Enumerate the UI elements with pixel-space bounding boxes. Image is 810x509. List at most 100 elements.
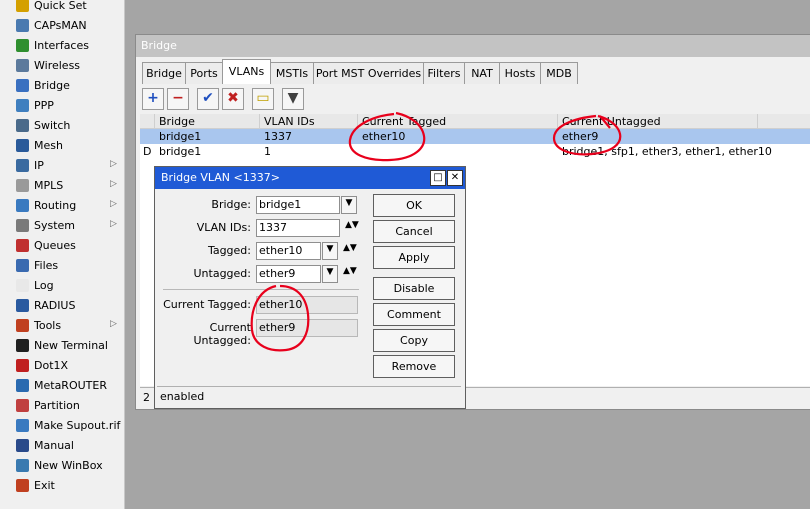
remove-button[interactable]: − — [167, 88, 189, 110]
bridge-window-title: Bridge — [141, 39, 177, 52]
tab-hosts[interactable]: Hosts — [499, 62, 541, 84]
sidebar-item-label: MetaROUTER — [34, 379, 107, 392]
sidebar-item-label: PPP — [34, 99, 54, 112]
wand-icon — [16, 0, 29, 12]
apply-button[interactable]: Apply — [373, 246, 455, 269]
sidebar-item-label: Dot1X — [34, 359, 69, 372]
sidebar-item-routing[interactable]: Routing ▷ — [0, 196, 124, 216]
tab-port-mst-overrides[interactable]: Port MST Overrides — [313, 62, 424, 84]
partition-icon — [16, 399, 29, 412]
tab-vlans[interactable]: VLANs — [222, 59, 271, 84]
column-header-flag[interactable] — [140, 114, 155, 129]
sidebar-item-files[interactable]: Files — [0, 256, 124, 276]
tagged-select[interactable]: ether10 — [256, 242, 321, 260]
sidebar-item-partition[interactable]: Partition — [0, 396, 124, 416]
untagged-updown-button[interactable]: ▲▼ — [343, 265, 357, 281]
sidebar-item-exit[interactable]: Exit — [0, 476, 124, 496]
sidebar-item-new-winbox[interactable]: New WinBox — [0, 456, 124, 476]
sidebar-item-ppp[interactable]: PPP — [0, 96, 124, 116]
row-vlan-ids: 1337 — [264, 130, 292, 143]
disable-button[interactable]: Disable — [373, 277, 455, 300]
sidebar-item-log[interactable]: Log — [0, 276, 124, 296]
system-icon — [16, 219, 29, 232]
sidebar-item-mesh[interactable]: Mesh — [0, 136, 124, 156]
dialog-status-bar: enabled — [157, 386, 461, 405]
sidebar-item-label: Wireless — [34, 59, 81, 72]
tagged-dropdown-button[interactable]: ▼ — [322, 242, 338, 260]
sidebar-item-switch[interactable]: Switch — [0, 116, 124, 136]
vlan-ids-updown-button[interactable]: ▲▼ — [345, 219, 359, 235]
maximize-button[interactable]: □ — [430, 170, 446, 186]
submenu-arrow-icon: ▷ — [110, 179, 117, 189]
files-icon — [16, 259, 29, 272]
disable-button[interactable]: ✖ — [222, 88, 244, 110]
cancel-button[interactable]: Cancel — [373, 220, 455, 243]
tab-mstis[interactable]: MSTIs — [270, 62, 314, 84]
sidebar-item-label: Files — [34, 259, 59, 272]
row-flag: D — [143, 145, 152, 158]
sidebar-item-mpls[interactable]: MPLS ▷ — [0, 176, 124, 196]
sidebar-item-label: System — [34, 219, 76, 232]
remove-icon: − — [172, 90, 184, 106]
sidebar-item-bridge[interactable]: Bridge — [0, 76, 124, 96]
dialog-status-text: enabled — [160, 390, 205, 403]
untagged-dropdown-button[interactable]: ▼ — [322, 265, 338, 283]
routing-icon — [16, 199, 29, 212]
column-header-current-tagged[interactable]: Current Tagged — [358, 114, 558, 129]
sidebar-item-quick-set[interactable]: Quick Set — [0, 0, 124, 16]
sidebar-item-radius[interactable]: RADIUS — [0, 296, 124, 316]
interfaces-icon — [16, 39, 29, 52]
tagged-updown-button[interactable]: ▲▼ — [343, 242, 357, 258]
sidebar-item-label: Queues — [34, 239, 76, 252]
untagged-select[interactable]: ether9 — [256, 265, 321, 283]
sidebar-item-label: Manual — [34, 439, 74, 452]
copy-button[interactable]: Copy — [373, 329, 455, 352]
enable-button[interactable]: ✔ — [197, 88, 219, 110]
sidebar-item-label: Tools — [34, 319, 62, 332]
dot1x-icon — [16, 359, 29, 372]
filter-button[interactable]: ▼ — [282, 88, 304, 110]
sidebar-item-dot1x[interactable]: Dot1X — [0, 356, 124, 376]
sidebar-item-metarouter[interactable]: MetaROUTER — [0, 376, 124, 396]
sidebar-item-new-terminal[interactable]: New Terminal — [0, 336, 124, 356]
sidebar-item-tools[interactable]: Tools ▷ — [0, 316, 124, 336]
sidebar-item-label: RADIUS — [34, 299, 76, 312]
sidebar-item-make-supout-rif[interactable]: Make Supout.rif — [0, 416, 124, 436]
table-row[interactable]: bridge1 1337 ether10 ether9 — [140, 129, 810, 144]
sidebar-item-ip[interactable]: IP ▷ — [0, 156, 124, 176]
column-header-current-untagged[interactable]: Current Untagged — [558, 114, 758, 129]
remove-button[interactable]: Remove — [373, 355, 455, 378]
chevron-down-icon: ▼ — [326, 267, 334, 277]
terminal-icon — [16, 339, 29, 352]
sidebar-item-capsman[interactable]: CAPsMAN — [0, 16, 124, 36]
ip-icon — [16, 159, 29, 172]
current-tagged-field: ether10 — [256, 296, 358, 314]
tab-filters[interactable]: Filters — [423, 62, 465, 84]
comment-button[interactable]: Comment — [373, 303, 455, 326]
tab-bridge[interactable]: Bridge — [142, 62, 186, 84]
sidebar-item-wireless[interactable]: Wireless — [0, 56, 124, 76]
ok-button[interactable]: OK — [373, 194, 455, 217]
table-row[interactable]: D bridge1 1 bridge1, sfp1, ether3, ether… — [140, 144, 810, 159]
close-button[interactable]: ✕ — [447, 170, 463, 186]
sidebar-item-manual[interactable]: Manual — [0, 436, 124, 456]
bridge-label: Bridge: — [211, 198, 251, 211]
sidebar-item-interfaces[interactable]: Interfaces — [0, 36, 124, 56]
add-button[interactable]: + — [142, 88, 164, 110]
tab-nat[interactable]: NAT — [464, 62, 500, 84]
row-bridge: bridge1 — [159, 130, 202, 143]
tab-ports[interactable]: Ports — [185, 62, 223, 84]
vlan-ids-input[interactable]: 1337 — [256, 219, 340, 237]
column-header-bridge[interactable]: Bridge — [155, 114, 260, 129]
column-header-vlan-ids[interactable]: VLAN IDs — [260, 114, 358, 129]
bridge-select[interactable]: bridge1 — [256, 196, 340, 214]
sidebar-item-label: Switch — [34, 119, 71, 132]
bridge-window-titlebar[interactable]: Bridge — [136, 35, 810, 57]
tab-mdb[interactable]: MDB — [540, 62, 578, 84]
dialog-titlebar[interactable]: Bridge VLAN <1337> □ ✕ — [155, 167, 465, 189]
bridge-dropdown-button[interactable]: ▼ — [341, 196, 357, 214]
row-current-tagged: ether10 — [362, 130, 406, 143]
sidebar-item-system[interactable]: System ▷ — [0, 216, 124, 236]
comment-button[interactable]: ▭ — [252, 88, 274, 110]
sidebar-item-queues[interactable]: Queues — [0, 236, 124, 256]
